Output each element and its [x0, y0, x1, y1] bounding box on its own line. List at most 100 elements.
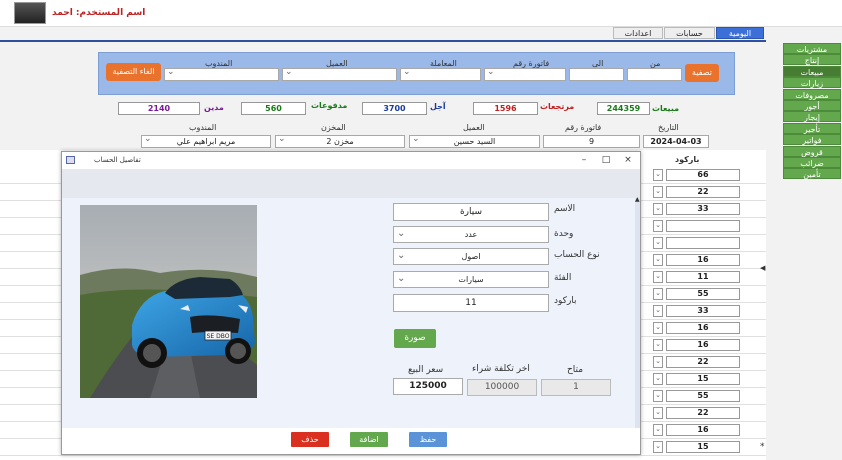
side-menu-item[interactable]: إيجار [783, 111, 841, 123]
row-select-icon[interactable]: ⌄ [653, 237, 663, 249]
row-barcode-cell[interactable]: 16 [666, 254, 740, 266]
name-label: الاسم [554, 204, 576, 214]
transaction-filter-select[interactable] [400, 67, 481, 81]
save-button[interactable]: حفظ [409, 432, 447, 447]
dialog-scrollbar[interactable] [635, 198, 640, 428]
from-label: من [650, 59, 661, 68]
barcode-label: باركود [554, 296, 577, 306]
row-barcode-cell[interactable]: 11 [666, 271, 740, 283]
dialog-app-icon [66, 156, 75, 164]
tab-settings[interactable]: اعدادات [613, 27, 663, 39]
row-barcode-cell[interactable]: 33 [666, 305, 740, 317]
account-type-select[interactable]: اصول [393, 248, 549, 265]
from-date-input[interactable] [627, 68, 682, 81]
row-barcode-cell[interactable]: 15 [666, 441, 740, 453]
image-button[interactable]: صورة [394, 329, 436, 348]
grid-arrow-icon: ◀ [760, 264, 766, 272]
rep-select[interactable]: مريم ابراهيم علي [141, 134, 271, 148]
invoice-filter-select[interactable] [484, 67, 566, 81]
row-select-icon[interactable]: ⌄ [653, 390, 663, 402]
row-barcode-cell[interactable]: 22 [666, 407, 740, 419]
row-select-icon[interactable]: ⌄ [653, 169, 663, 181]
side-menu-item[interactable]: مبيعات [783, 65, 841, 77]
side-menu-item[interactable]: تأمين [783, 168, 841, 180]
sale-price-input[interactable]: 125000 [393, 378, 463, 395]
row-select-icon[interactable]: ⌄ [653, 441, 663, 453]
row-barcode-cell[interactable]: 16 [666, 322, 740, 334]
row-barcode-cell[interactable]: 66 [666, 169, 740, 181]
row-select-icon[interactable]: ⌄ [653, 424, 663, 436]
customer-filter-select[interactable] [282, 67, 397, 81]
row-select-icon[interactable]: ⌄ [653, 407, 663, 419]
row-barcode-cell[interactable]: 55 [666, 390, 740, 402]
rep-filter-select[interactable] [164, 67, 279, 81]
row-barcode-cell[interactable]: 55 [666, 288, 740, 300]
side-menu-item[interactable]: قروض [783, 145, 841, 157]
row-select-icon[interactable]: ⌄ [653, 254, 663, 266]
row-barcode-cell[interactable]: 33 [666, 203, 740, 215]
side-menu-item[interactable]: ضرائب [783, 157, 841, 168]
row-barcode-cell[interactable]: 22 [666, 186, 740, 198]
returns-label: مرتجعات [540, 102, 575, 111]
minimize-icon[interactable]: – [578, 154, 590, 166]
side-menu-item[interactable]: تأجير [783, 122, 841, 134]
side-menu-item[interactable]: مشتريات [783, 43, 841, 54]
scroll-up-icon[interactable]: ▲ [635, 196, 640, 203]
rep-filter-label: المندوب [205, 59, 233, 68]
side-menu-item[interactable]: فواتير [783, 134, 841, 146]
to-date-input[interactable] [569, 68, 624, 81]
available-label: متاح [567, 365, 584, 375]
available-value: 1 [541, 379, 611, 396]
category-select[interactable]: سيارات [393, 271, 549, 288]
delete-button[interactable]: حذف [291, 432, 329, 447]
unit-select[interactable]: عدد [393, 226, 549, 243]
row-select-icon[interactable]: ⌄ [653, 186, 663, 198]
maximize-icon[interactable]: □ [600, 154, 612, 166]
row-barcode-cell[interactable]: 16 [666, 339, 740, 351]
row-select-icon[interactable]: ⌄ [653, 288, 663, 300]
license-plate: SE DBO [207, 333, 230, 340]
side-menu-item[interactable]: زيارات [783, 77, 841, 89]
payments-value: 560 [241, 102, 306, 115]
invoice-label: فاتورة رقم [565, 123, 602, 132]
rep-label: المندوب [189, 123, 217, 132]
row-barcode-cell[interactable] [666, 237, 740, 249]
close-icon[interactable]: × [622, 154, 634, 166]
side-menu-item[interactable]: مصروفات [783, 88, 841, 100]
row-select-icon[interactable]: ⌄ [653, 339, 663, 351]
cancel-filter-button[interactable]: الغاء التصفية [106, 63, 161, 81]
new-row-star: * [760, 442, 765, 452]
add-button[interactable]: اضافة [350, 432, 388, 447]
debtor-label: مدين [204, 103, 224, 112]
row-select-icon[interactable]: ⌄ [653, 356, 663, 368]
row-barcode-cell[interactable] [666, 220, 740, 232]
row-select-icon[interactable]: ⌄ [653, 322, 663, 334]
tab-accounts[interactable]: حسابات [664, 27, 715, 39]
customer-filter-label: العميل [326, 59, 348, 68]
filter-button[interactable]: تصفية [685, 64, 719, 82]
invoice-input[interactable]: 9 [543, 135, 640, 148]
row-select-icon[interactable]: ⌄ [653, 373, 663, 385]
row-select-icon[interactable]: ⌄ [653, 305, 663, 317]
barcode-input[interactable]: 11 [393, 294, 549, 312]
dialog-titlebar [62, 152, 640, 168]
deferred-value: 3700 [362, 102, 427, 115]
row-barcode-cell[interactable]: 22 [666, 356, 740, 368]
customer-select[interactable]: السيد حسين [409, 134, 540, 148]
row-barcode-cell[interactable]: 16 [666, 424, 740, 436]
dialog-title: تفاصيل الحساب [94, 156, 141, 164]
side-menu-item[interactable]: أجور [783, 100, 841, 111]
side-menu-item[interactable]: إنتاج [783, 54, 841, 66]
tab-daily[interactable]: اليومية [716, 27, 764, 39]
payments-label: مدفوعات [311, 101, 348, 110]
sale-price-label: سعر البيع [408, 365, 444, 375]
to-label: الى [592, 59, 604, 68]
name-input[interactable]: سيارة [393, 203, 549, 221]
unit-label: وحدة [554, 229, 574, 239]
warehouse-select[interactable]: مخزن 2 [275, 134, 405, 148]
row-barcode-cell[interactable]: 15 [666, 373, 740, 385]
row-select-icon[interactable]: ⌄ [653, 271, 663, 283]
row-select-icon[interactable]: ⌄ [653, 220, 663, 232]
row-select-icon[interactable]: ⌄ [653, 203, 663, 215]
date-input[interactable]: 2024-04-03 [643, 135, 709, 148]
